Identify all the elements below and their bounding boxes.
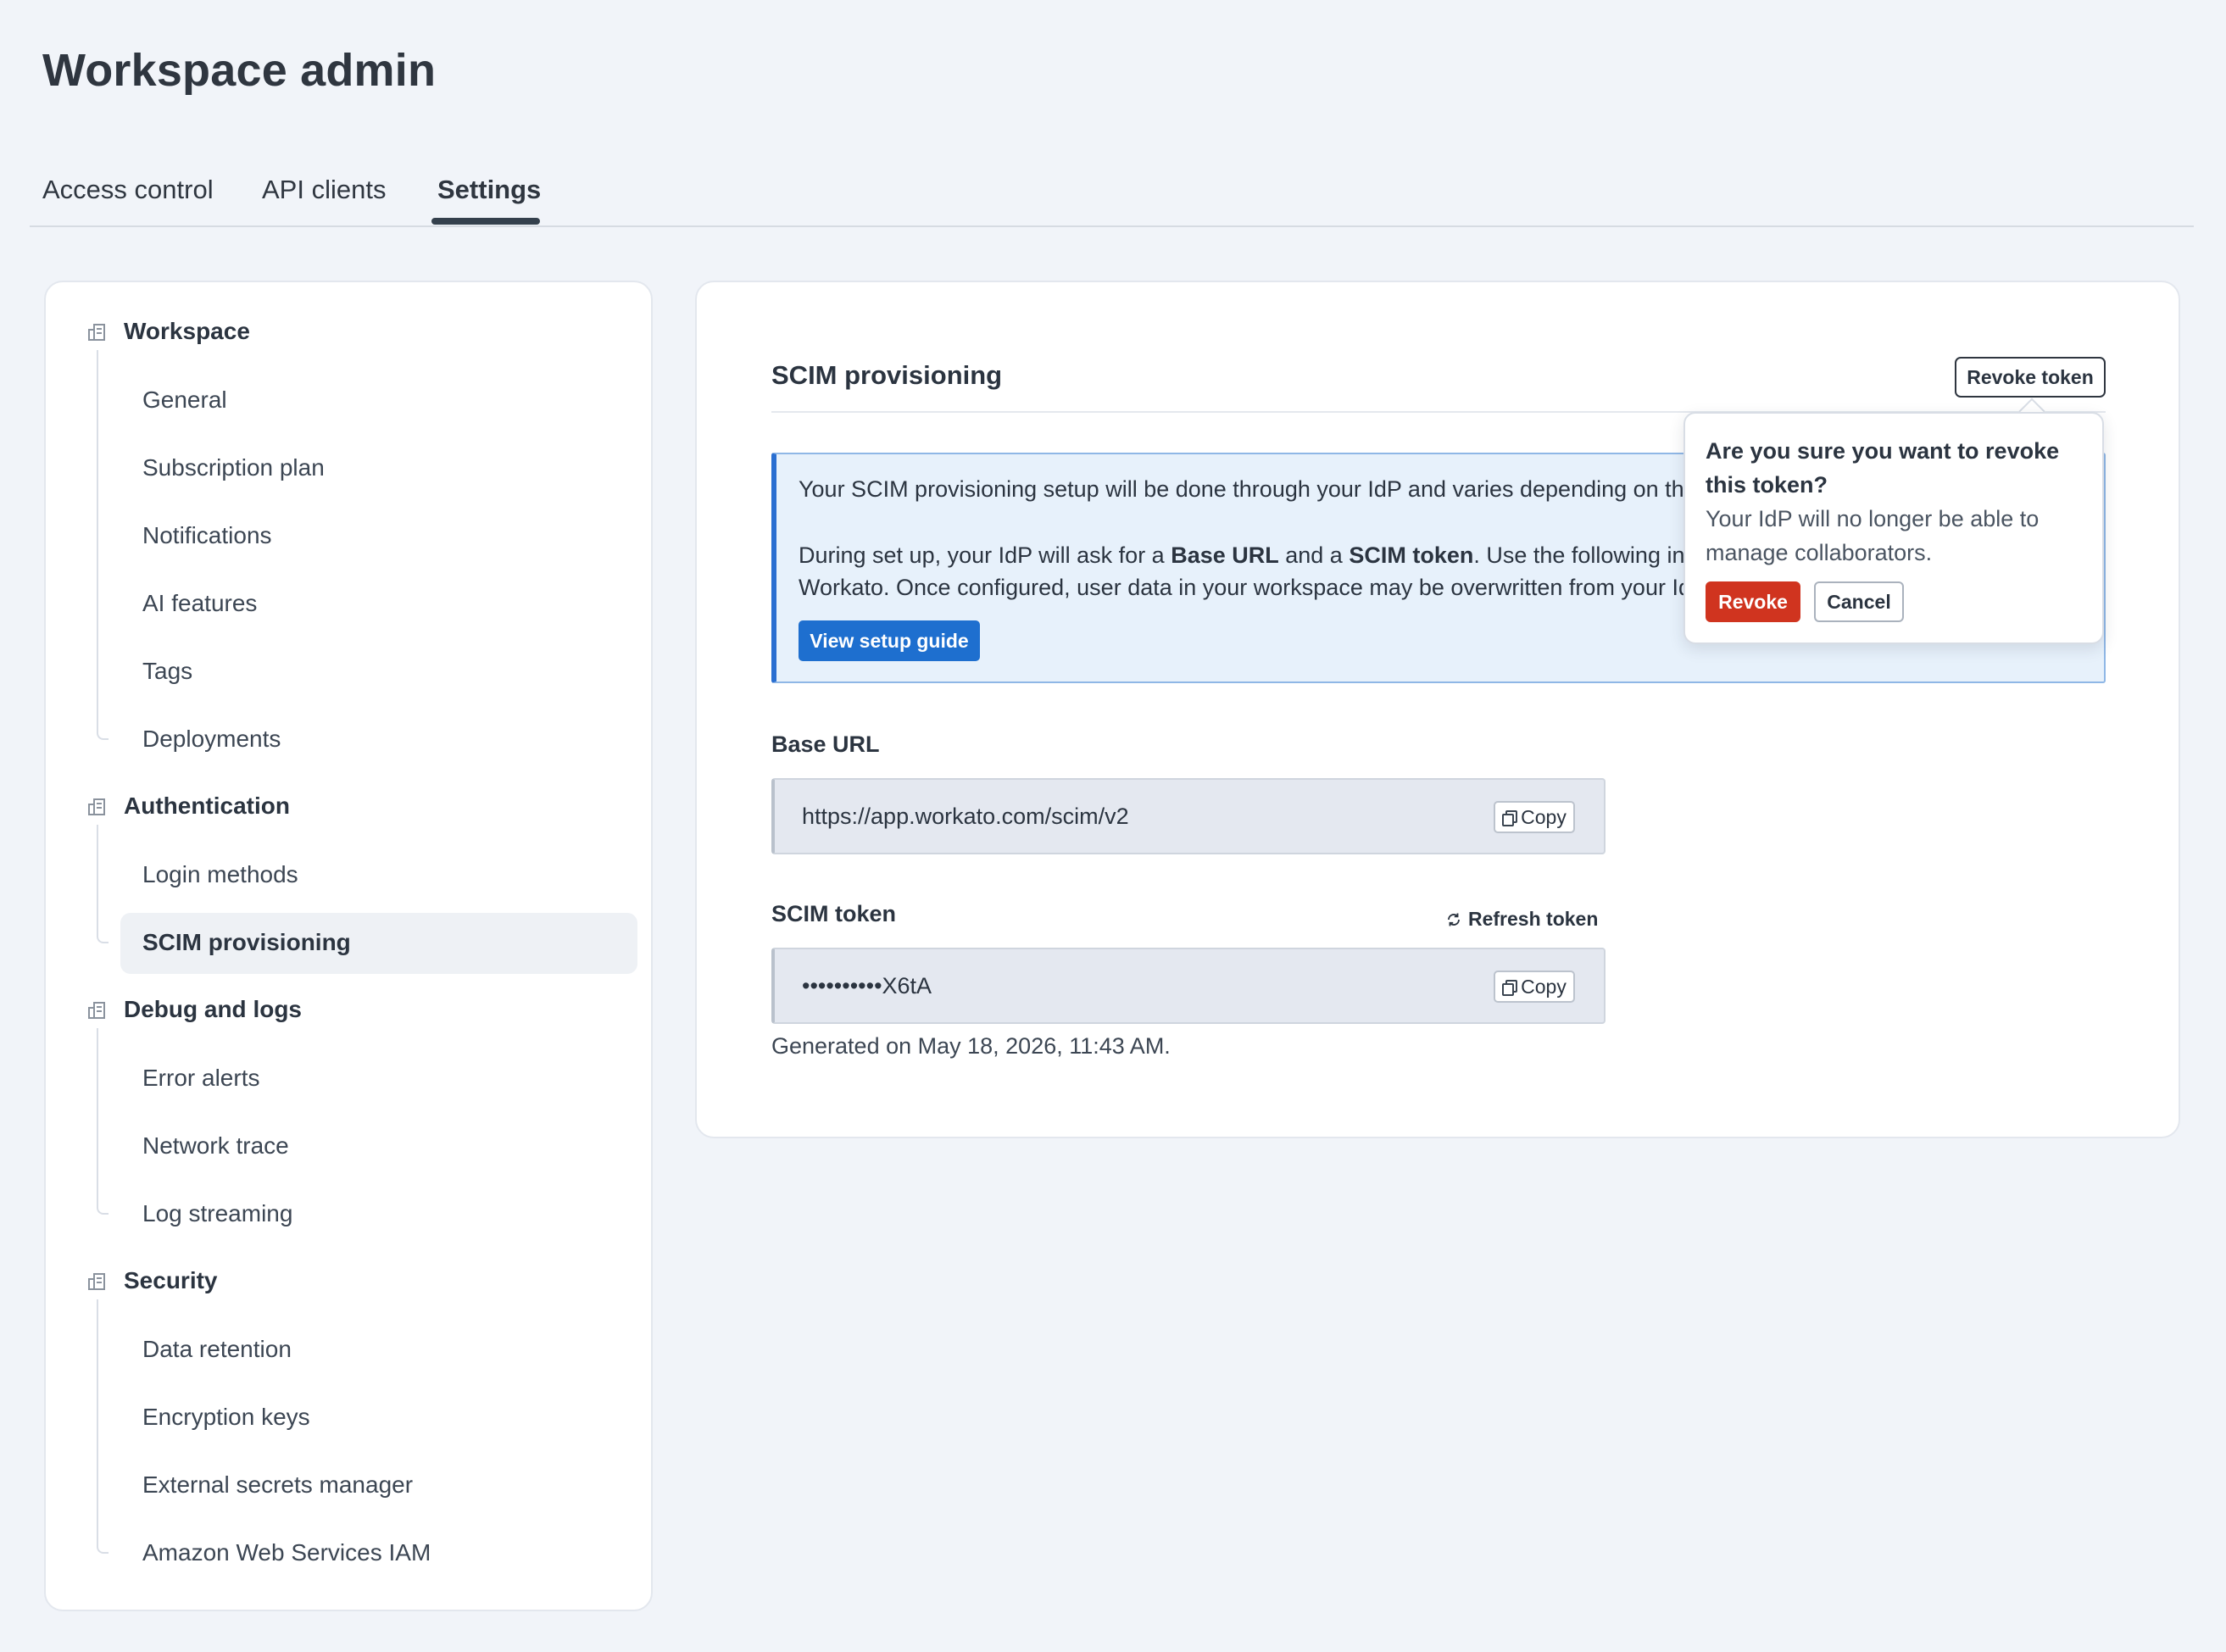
confirm-revoke-button[interactable]: Revoke <box>1706 581 1800 622</box>
base-url-value: https://app.workato.com/scim/v2 <box>802 804 1129 829</box>
sidebar-item-error-alerts[interactable]: Error alerts <box>142 1065 259 1092</box>
building-icon <box>88 1273 105 1290</box>
sidebar-item-notifications[interactable]: Notifications <box>142 522 272 549</box>
tree-connector <box>97 1299 109 1554</box>
popover-body: Your IdP will no longer be able to manag… <box>1706 506 2040 565</box>
cancel-button[interactable]: Cancel <box>1814 581 1904 622</box>
info-text: During set up, your IdP will ask for a <box>799 542 1171 568</box>
sidebar-item-login-methods[interactable]: Login methods <box>142 861 298 888</box>
sidebar-item-ai-features[interactable]: AI features <box>142 590 257 617</box>
sidebar-item-tags[interactable]: Tags <box>142 658 192 685</box>
view-setup-guide-button[interactable]: View setup guide <box>799 620 980 661</box>
sidebar-item-aws-iam[interactable]: Amazon Web Services IAM <box>142 1539 431 1566</box>
sidebar-item-log-streaming[interactable]: Log streaming <box>142 1200 292 1227</box>
refresh-token-link[interactable]: Refresh token <box>1446 908 1598 931</box>
info-text-line-3: Workato. Once configured, user data in y… <box>799 575 1711 600</box>
building-icon <box>88 324 105 341</box>
revoke-confirm-popover: Are you sure you want to revoke this tok… <box>1683 412 2104 644</box>
building-icon <box>88 798 105 815</box>
base-url-label: Base URL <box>771 731 880 757</box>
info-text-line-2: During set up, your IdP will ask for a B… <box>799 542 1728 569</box>
section-title: SCIM provisioning <box>771 360 1003 390</box>
tree-connector <box>97 825 109 943</box>
tab-access-control[interactable]: Access control <box>42 175 214 205</box>
sidebar-item-data-retention[interactable]: Data retention <box>142 1336 292 1363</box>
page-title: Workspace admin <box>42 45 437 96</box>
copy-icon <box>1502 810 1518 826</box>
copy-label: Copy <box>1521 805 1567 828</box>
sidebar-item-general[interactable]: General <box>142 387 227 414</box>
active-tab-indicator <box>431 218 540 225</box>
tab-settings[interactable]: Settings <box>437 175 541 205</box>
building-icon <box>88 1002 105 1019</box>
scim-token-label: SCIM token <box>771 901 897 926</box>
scim-provisioning-card: SCIM provisioning Revoke token Your SCIM… <box>695 281 2180 1138</box>
copy-icon <box>1502 980 1518 996</box>
tree-connector <box>97 1028 109 1215</box>
tree-connector <box>97 350 109 740</box>
info-text: and a <box>1278 542 1350 568</box>
refresh-token-label: Refresh token <box>1468 908 1599 930</box>
base-url-field: https://app.workato.com/scim/v2 Copy <box>771 778 1606 854</box>
tab-api-clients[interactable]: API clients <box>262 175 386 205</box>
sidebar-group-authentication: Authentication <box>124 793 290 819</box>
sidebar-group-debug-and-logs: Debug and logs <box>124 996 302 1022</box>
copy-scim-token-button[interactable]: Copy <box>1494 971 1575 1003</box>
copy-base-url-button[interactable]: Copy <box>1494 801 1575 833</box>
sidebar-item-deployments[interactable]: Deployments <box>142 726 281 753</box>
sidebar-item-subscription-plan[interactable]: Subscription plan <box>142 454 325 481</box>
info-bold-scim-token: SCIM token <box>1349 542 1474 568</box>
settings-sidebar: Workspace General Subscription plan Noti… <box>44 281 653 1611</box>
sidebar-group-security: Security <box>124 1267 218 1293</box>
sidebar-group-workspace: Workspace <box>124 318 250 344</box>
revoke-token-button[interactable]: Revoke token <box>1955 357 2106 398</box>
scim-token-field: ••••••••••X6tA Copy <box>771 948 1606 1024</box>
tab-bar: Access control API clients Settings <box>30 170 2194 227</box>
info-text-line-1: Your SCIM provisioning setup will be don… <box>799 476 1722 502</box>
refresh-icon <box>1448 913 1460 926</box>
sidebar-item-encryption-keys[interactable]: Encryption keys <box>142 1404 310 1431</box>
token-generated-note: Generated on May 18, 2026, 11:43 AM. <box>771 1033 1171 1059</box>
sidebar-item-network-trace[interactable]: Network trace <box>142 1132 289 1160</box>
sidebar-item-scim-provisioning[interactable]: SCIM provisioning <box>142 929 351 956</box>
popover-title: Are you sure you want to revoke this tok… <box>1706 438 2060 498</box>
sidebar-item-external-secrets-manager[interactable]: External secrets manager <box>142 1471 413 1499</box>
scim-token-value: ••••••••••X6tA <box>802 973 932 998</box>
info-bold-base-url: Base URL <box>1171 542 1279 568</box>
copy-label: Copy <box>1521 975 1567 998</box>
